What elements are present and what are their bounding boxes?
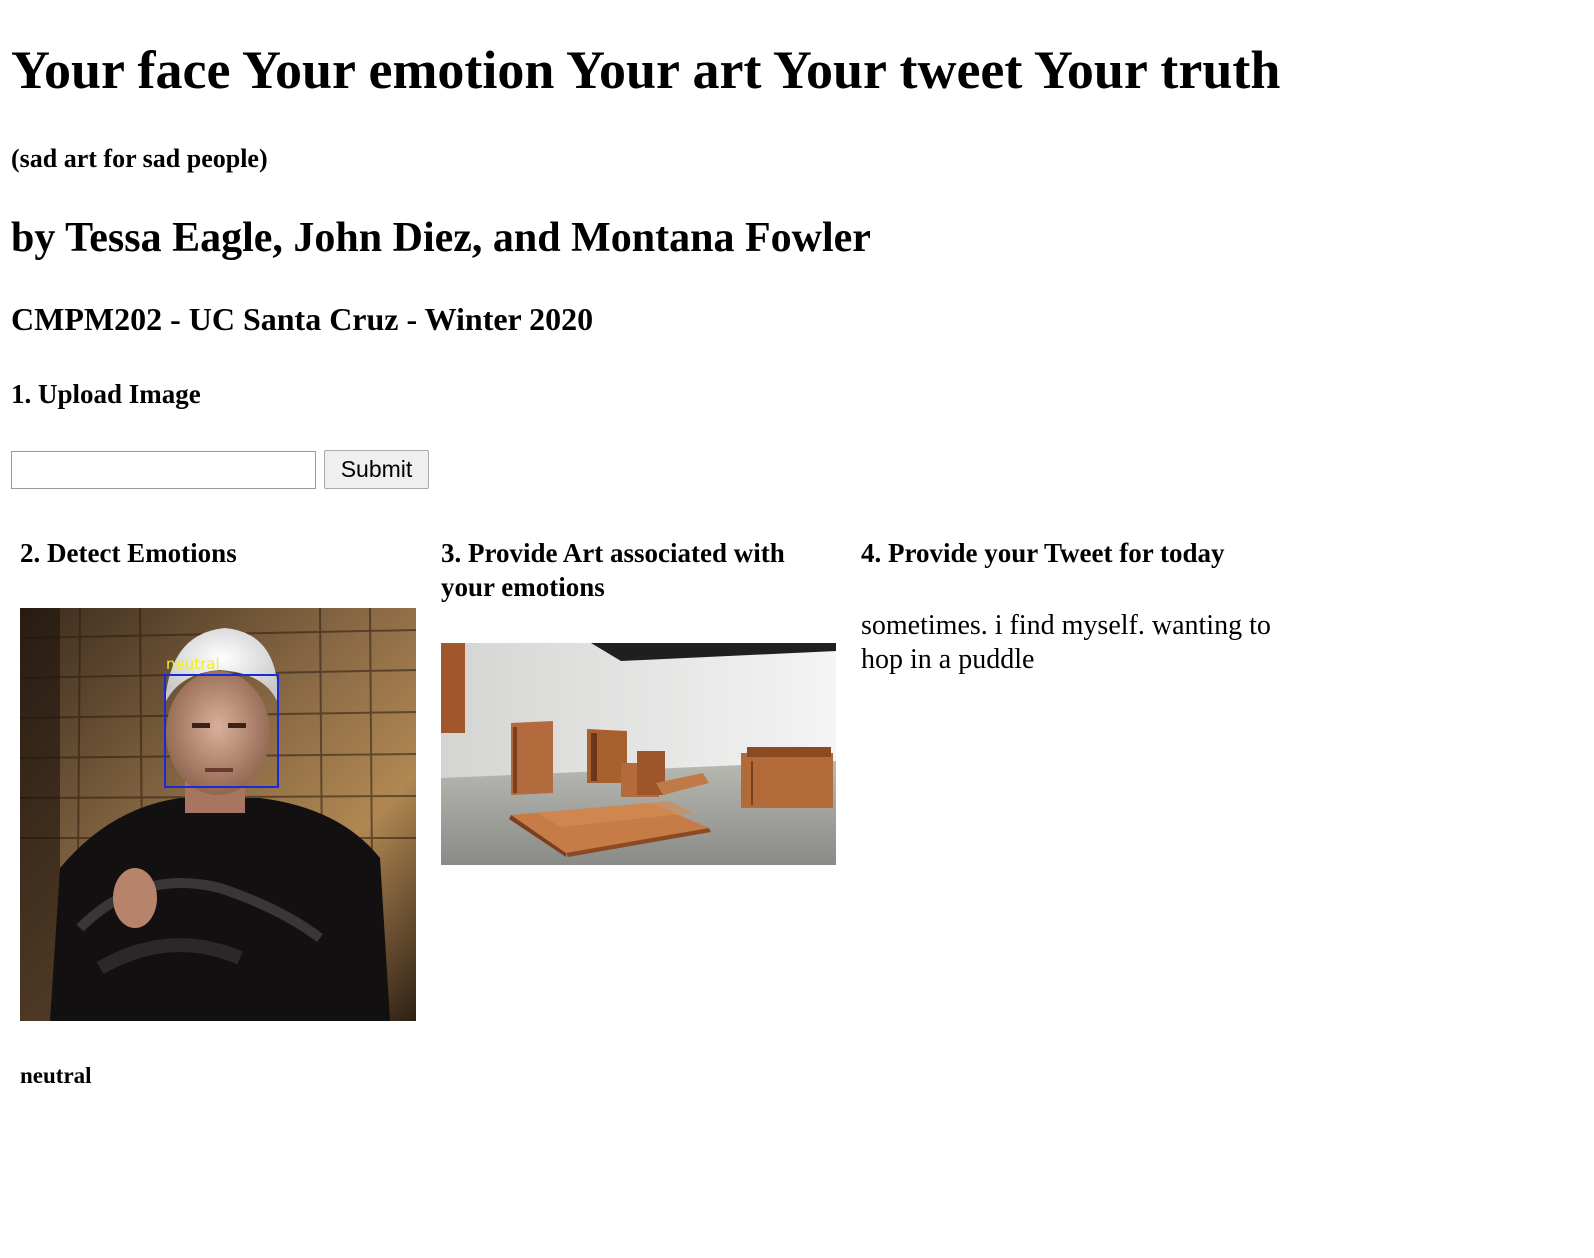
page-subtitle: (sad art for sad people) — [11, 144, 268, 173]
detected-emotion-result: neutral — [20, 1063, 92, 1088]
tweet-text: sometimes. i find myself. wanting to hop… — [861, 610, 1271, 675]
detect-emotions-heading: 2. Detect Emotions — [20, 538, 237, 568]
page-title: Your face Your emotion Your art Your twe… — [11, 40, 1281, 100]
provide-tweet-heading: 4. Provide your Tweet for today — [861, 538, 1225, 568]
authors-heading: by Tessa Eagle, John Diez, and Montana F… — [11, 215, 871, 261]
submit-button[interactable]: Submit — [324, 450, 429, 489]
associated-art-image — [441, 643, 836, 865]
image-url-input[interactable] — [11, 451, 316, 489]
provide-art-heading: 3. Provide Art associated with your emot… — [441, 538, 785, 602]
course-heading: CMPM202 - UC Santa Cruz - Winter 2020 — [11, 301, 594, 337]
upload-image-heading: 1. Upload Image — [11, 379, 201, 409]
face-emotion-label: neutral — [166, 655, 220, 673]
detected-face-image: neutral — [20, 608, 416, 1021]
